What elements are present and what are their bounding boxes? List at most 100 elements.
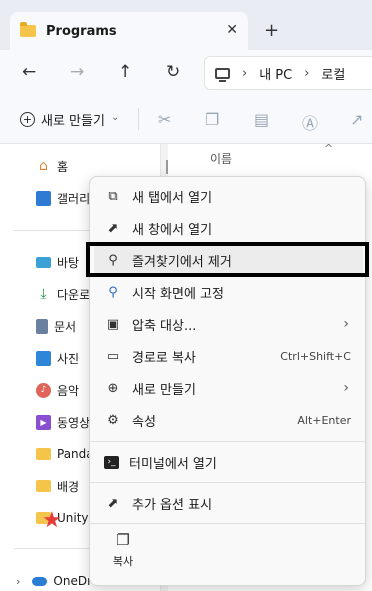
sidebar-item-gallery[interactable]: 갤러리 xyxy=(36,188,90,208)
menu-item-open-in-terminal[interactable]: ›_ 터미널에서 열기 xyxy=(94,447,363,477)
copy-icon: ❐ xyxy=(116,531,130,549)
context-menu: ⧉ 새 탭에서 열기 ⬈ 새 창에서 열기 ⚲ 즐겨찾기에서 제거 ⚲ 시작 화… xyxy=(89,176,366,586)
pictures-icon xyxy=(36,350,51,366)
menu-item-open-new-tab[interactable]: ⧉ 새 탭에서 열기 xyxy=(94,181,363,211)
folder-icon xyxy=(36,480,51,492)
breadcrumb-separator: › xyxy=(242,65,248,81)
open-new-tab-icon: ⧉ xyxy=(108,188,118,204)
wrench-icon: ⚙ xyxy=(107,412,119,428)
monitor-icon xyxy=(215,67,230,82)
menu-item-shortcut: Alt+Enter xyxy=(297,413,351,427)
column-header-name[interactable]: 이름 xyxy=(210,150,232,167)
menu-item-copy-as-path[interactable]: ▭ 경로로 복사 Ctrl+Shift+C xyxy=(94,341,363,371)
sidebar-item-background[interactable]: 배경 xyxy=(36,476,79,496)
menu-item-label: 경로로 복사 xyxy=(132,350,196,366)
sidebar-item-label: 다운로 xyxy=(57,287,91,302)
menu-item-label: 추가 옵션 표시 xyxy=(132,497,213,513)
music-icon: ♪ xyxy=(36,382,51,398)
menu-item-label: 속성 xyxy=(132,414,156,430)
home-icon: ⌂ xyxy=(39,158,48,174)
new-button-label: 새로 만들기 xyxy=(41,114,105,129)
sidebar-item-videos[interactable]: ▶ 동영상 xyxy=(36,412,90,432)
menu-item-label: 새로 만들기 xyxy=(132,382,196,398)
menu-item-new[interactable]: ⊕ 새로 만들기 › xyxy=(94,373,363,403)
annotation-star-icon: ★ xyxy=(42,508,62,533)
menu-item-compress-to[interactable]: ▣ 압축 대상... › xyxy=(94,309,363,339)
document-icon xyxy=(36,318,48,334)
pin-icon: ⚲ xyxy=(108,284,118,300)
navigation-bar: ← → ↑ ↻ › 내 PC › 로컬 xyxy=(0,50,372,96)
zip-icon: ▣ xyxy=(106,316,120,332)
menu-item-properties[interactable]: ⚙ 속성 Alt+Enter xyxy=(94,405,363,435)
tab-title: Programs xyxy=(46,23,117,39)
chevron-right-icon[interactable]: › xyxy=(16,575,20,588)
sidebar-item-label: 동영상 xyxy=(57,415,91,430)
menu-item-open-new-window[interactable]: ⬈ 새 창에서 열기 xyxy=(94,213,363,243)
menu-item-pin-to-start[interactable]: ⚲ 시작 화면에 고정 xyxy=(94,277,363,307)
sidebar-item-documents[interactable]: 문서 xyxy=(36,316,76,336)
menu-item-show-more-options[interactable]: ⬈ 추가 옵션 표시 xyxy=(94,488,363,518)
menu-separator xyxy=(90,441,365,442)
menu-item-shortcut: Ctrl+Shift+C xyxy=(280,349,351,363)
menu-separator xyxy=(90,523,365,524)
cut-icon[interactable]: ✂ xyxy=(158,110,171,129)
sidebar-item-pictures[interactable]: 사진 xyxy=(36,348,79,368)
menu-item-label: 시작 화면에 고정 xyxy=(132,286,224,302)
videos-icon: ▶ xyxy=(36,414,51,430)
sidebar-item-label: 바탕 xyxy=(57,255,80,270)
sidebar-item-downloads[interactable]: ⤓ 다운로 xyxy=(36,284,90,304)
share-icon[interactable]: ↗ xyxy=(350,110,363,129)
folder-icon xyxy=(20,22,36,37)
new-icon: ⊕ xyxy=(107,380,119,396)
forward-button[interactable]: → xyxy=(70,62,84,82)
back-button[interactable]: ← xyxy=(22,62,36,82)
desktop-icon xyxy=(36,256,51,268)
breadcrumb-separator: › xyxy=(304,65,310,81)
paste-icon[interactable]: ▤ xyxy=(254,110,269,129)
sort-arrow-icon: ^ xyxy=(324,142,334,155)
new-tab-button[interactable]: + xyxy=(264,20,279,41)
copy-button-label: 복사 xyxy=(112,555,134,568)
copy-button[interactable]: ❐ 복사 xyxy=(106,531,140,569)
breadcrumb-this-pc[interactable]: 내 PC xyxy=(259,64,292,83)
open-new-window-icon: ⬈ xyxy=(107,220,119,236)
menu-separator xyxy=(90,482,365,483)
onedrive-icon xyxy=(32,576,48,586)
copy-path-icon: ▭ xyxy=(106,348,120,364)
up-button[interactable]: ↑ xyxy=(118,62,132,82)
sidebar-item-home[interactable]: ⌂ 홈 xyxy=(36,156,68,176)
sidebar-item-label: 홈 xyxy=(57,159,69,174)
sidebar-item-label: 음악 xyxy=(57,383,80,398)
chevron-down-icon: ⌄ xyxy=(110,112,120,123)
rename-icon[interactable]: Ⓐ xyxy=(302,110,318,134)
address-bar[interactable]: › 내 PC › 로컬 xyxy=(204,56,372,90)
menu-item-label: 새 창에서 열기 xyxy=(132,222,213,238)
more-options-icon: ⬈ xyxy=(107,495,119,511)
sidebar-item-label: 갤러리 xyxy=(57,191,91,206)
close-tab-icon[interactable]: ✕ xyxy=(226,22,238,38)
terminal-icon: ›_ xyxy=(104,455,119,469)
download-icon: ⤓ xyxy=(40,286,47,302)
chevron-right-icon: › xyxy=(343,316,349,332)
folder-icon xyxy=(36,448,51,460)
menu-item-label: 압축 대상... xyxy=(132,318,197,334)
breadcrumb-local-disk[interactable]: 로컬 xyxy=(321,64,345,83)
refresh-button[interactable]: ↻ xyxy=(166,62,180,82)
annotation-highlight-box xyxy=(86,242,369,277)
chevron-right-icon: › xyxy=(343,380,349,396)
menu-item-label: 터미널에서 열기 xyxy=(129,456,217,472)
sidebar-item-label: 사진 xyxy=(57,351,80,366)
menu-item-label: 새 탭에서 열기 xyxy=(132,190,213,206)
command-bar: + 새로 만들기 ⌄ ✂ ❐ ▤ Ⓐ ↗ xyxy=(0,96,372,144)
plus-circle-icon: + xyxy=(20,112,35,127)
tab-programs[interactable]: Programs ✕ xyxy=(10,12,248,50)
tab-bar: Programs ✕ + xyxy=(0,0,372,50)
copy-icon[interactable]: ❐ xyxy=(205,110,219,129)
sidebar-item-music[interactable]: ♪ 음악 xyxy=(36,380,79,400)
gallery-icon xyxy=(36,190,51,206)
new-button[interactable]: + 새로 만들기 ⌄ xyxy=(20,110,119,129)
toolbar-divider xyxy=(138,108,139,130)
sidebar-item-label: 문서 xyxy=(54,319,77,334)
sidebar-item-panda[interactable]: Panda xyxy=(36,444,94,464)
sidebar-item-desktop[interactable]: 바탕 xyxy=(36,252,79,272)
